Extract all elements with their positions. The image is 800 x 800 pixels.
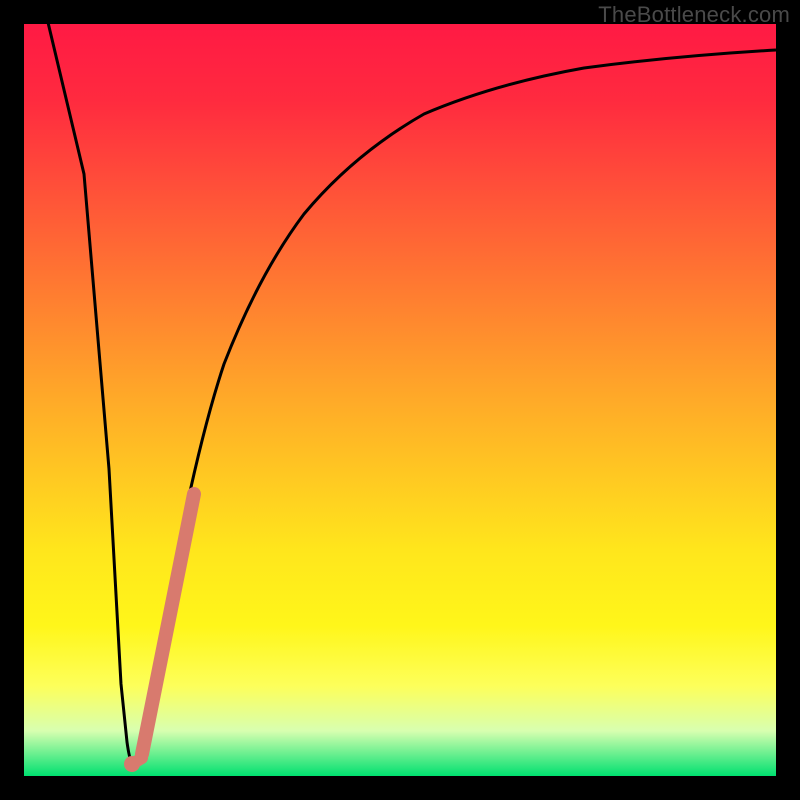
outer-frame: TheBottleneck.com xyxy=(0,0,800,800)
attribution-text: TheBottleneck.com xyxy=(598,2,790,28)
plot-area xyxy=(24,24,776,776)
chart-svg xyxy=(24,24,776,776)
selected-range xyxy=(124,494,194,772)
